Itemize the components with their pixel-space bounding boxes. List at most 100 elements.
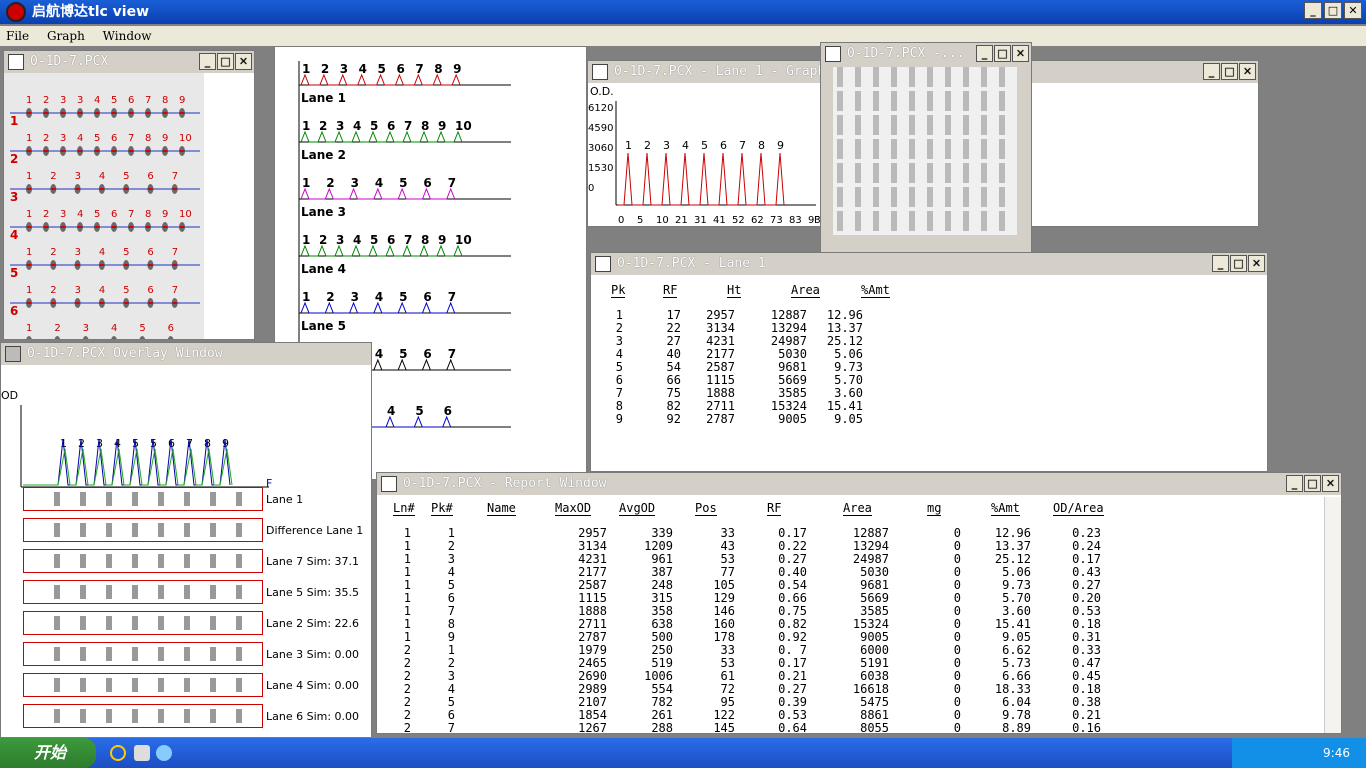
peak-label: 10 xyxy=(455,119,472,133)
overlay-trace xyxy=(23,448,233,486)
y-tick: 3060 xyxy=(588,143,613,154)
peak-marker xyxy=(99,302,104,304)
window-icon xyxy=(825,46,841,62)
band xyxy=(963,211,969,231)
close-button[interactable]: ✕ xyxy=(1344,2,1362,19)
table-cell xyxy=(461,683,517,696)
table-row: 4 40 2177 5030 5.06 xyxy=(605,348,869,361)
peak-label: 4 xyxy=(99,285,105,296)
peak-label: 9 xyxy=(453,62,461,76)
peak-label: 3 xyxy=(351,176,359,190)
close-button[interactable]: ✕ xyxy=(1248,255,1265,272)
quicklaunch-icon[interactable] xyxy=(156,745,172,761)
band xyxy=(837,91,843,111)
image-window[interactable]: 0-1D-7.PCX _ □ ✕ 1 1 2 3 3 4 5 6 7 8 9 2 1 2 3 4 5 6 7 8 9 10 3 1… xyxy=(3,50,255,340)
band xyxy=(927,67,933,87)
peak-label: 9 xyxy=(438,119,446,133)
clock: 9:46 xyxy=(1323,746,1350,760)
maximize-button[interactable]: □ xyxy=(1324,2,1342,19)
table-cell: 9005 xyxy=(778,412,807,426)
minimize-button[interactable]: _ xyxy=(1286,475,1303,492)
menu-window[interactable]: Window xyxy=(103,29,152,43)
close-button[interactable]: ✕ xyxy=(235,53,252,70)
menu-graph[interactable]: Graph xyxy=(47,29,85,43)
x-tick: 62 xyxy=(751,215,764,226)
peak-label: 1 xyxy=(26,95,32,106)
overlay-window[interactable]: 0-1D-7.PCX Overlay Window OD F 1 2 3 4 5 5 6 7 8 9 … xyxy=(0,342,372,738)
peak-label: 9 xyxy=(438,233,446,247)
report-window[interactable]: 0-1D-7.PCX - Report Window _ □ ✕ Ln# Pk# Nam… xyxy=(376,472,1342,734)
peak-label: 6 xyxy=(720,139,727,152)
peak-label: 5 xyxy=(139,323,145,334)
minimize-button[interactable]: _ xyxy=(1212,255,1229,272)
close-button[interactable]: ✕ xyxy=(1012,45,1029,62)
band xyxy=(873,139,879,159)
band xyxy=(184,585,190,599)
maximize-button[interactable]: □ xyxy=(1230,255,1247,272)
peak-label: 4 xyxy=(375,290,383,304)
band xyxy=(909,163,915,183)
maximize-button[interactable]: □ xyxy=(1221,63,1238,80)
band xyxy=(963,163,969,183)
lane-data-window[interactable]: 0-1D-7.PCX - Lane 1 _ □ ✕ Pk RF Ht Area %A… xyxy=(590,252,1268,472)
start-button[interactable]: 开始 xyxy=(0,738,96,768)
minimize-button[interactable]: _ xyxy=(1304,2,1322,19)
band xyxy=(981,139,987,159)
table-row: 1 5 2587 248 105 0.54 9681 0 9.73 0.27 xyxy=(377,579,1107,592)
peak-marker xyxy=(27,150,31,152)
vertical-scrollbar[interactable] xyxy=(1324,497,1341,733)
minimize-button[interactable]: _ xyxy=(1203,63,1220,80)
band xyxy=(855,211,861,231)
close-button[interactable]: ✕ xyxy=(1239,63,1256,80)
lane-strip xyxy=(23,642,263,666)
peak-label: 5 xyxy=(94,209,100,220)
peak-label: 2 xyxy=(43,95,49,106)
maximize-button[interactable]: □ xyxy=(1304,475,1321,492)
peak-marker xyxy=(27,302,31,304)
menu-file[interactable]: File xyxy=(6,29,29,43)
col-header: OD/Area xyxy=(1053,501,1104,516)
maximize-button[interactable]: □ xyxy=(217,53,234,70)
band xyxy=(945,163,951,183)
lane-graph-chart: O.D.612045903060153000 5 10 21 31 41 52 62 73 83 9… xyxy=(588,85,821,226)
band xyxy=(927,211,933,231)
quicklaunch-icon[interactable] xyxy=(134,745,150,761)
lane-strip xyxy=(23,673,263,697)
thumb-window-title: 0-1D-7.PCX -... xyxy=(847,46,965,61)
peak-label: 8 xyxy=(434,62,442,76)
band xyxy=(210,492,216,506)
ie-icon[interactable] xyxy=(110,745,126,761)
peak-label: 4 xyxy=(353,233,361,247)
band xyxy=(837,67,843,87)
peak-marker xyxy=(44,150,48,152)
thumbnail-window[interactable]: 0-1D-7.PCX -... _ □ ✕ xyxy=(820,42,1032,255)
band xyxy=(855,163,861,183)
band xyxy=(236,554,242,568)
maximize-button[interactable]: □ xyxy=(994,45,1011,62)
col-header: %Amt xyxy=(861,283,890,298)
peak-label: 2 xyxy=(43,133,49,144)
band xyxy=(158,554,164,568)
peak-label: 8 xyxy=(162,95,168,106)
peak-label: 3 xyxy=(75,285,81,296)
report-table: 1 1 2957 339 33 0.17 12887 0 12.96 0.23 1 2 3134 1209… xyxy=(377,527,1107,734)
peak-label: 7 xyxy=(448,347,456,361)
lane-strip xyxy=(23,704,263,728)
table-row: 2 6 1854 261 122 0.53 8861 0 9.78 0.21 xyxy=(377,709,1107,722)
band xyxy=(855,139,861,159)
lane-table: 1 17 2957 12887 12.96 2 22 3134 13294 13.37 3 27 423… xyxy=(605,309,869,426)
close-button[interactable]: ✕ xyxy=(1322,475,1339,492)
peak-marker xyxy=(129,150,133,152)
band xyxy=(999,163,1005,183)
band xyxy=(945,187,951,207)
peak-marker xyxy=(44,112,48,114)
x-tick: 73 xyxy=(770,215,783,226)
minimize-button[interactable]: _ xyxy=(199,53,216,70)
x-label: F xyxy=(266,477,272,490)
x-tick: 41 xyxy=(713,215,726,226)
minimize-button[interactable]: _ xyxy=(976,45,993,62)
app-titlebar: 启航博达tlc view _ □ ✕ xyxy=(0,0,1366,24)
table-cell xyxy=(461,553,517,566)
peak-marker xyxy=(61,112,65,114)
band xyxy=(891,67,897,87)
